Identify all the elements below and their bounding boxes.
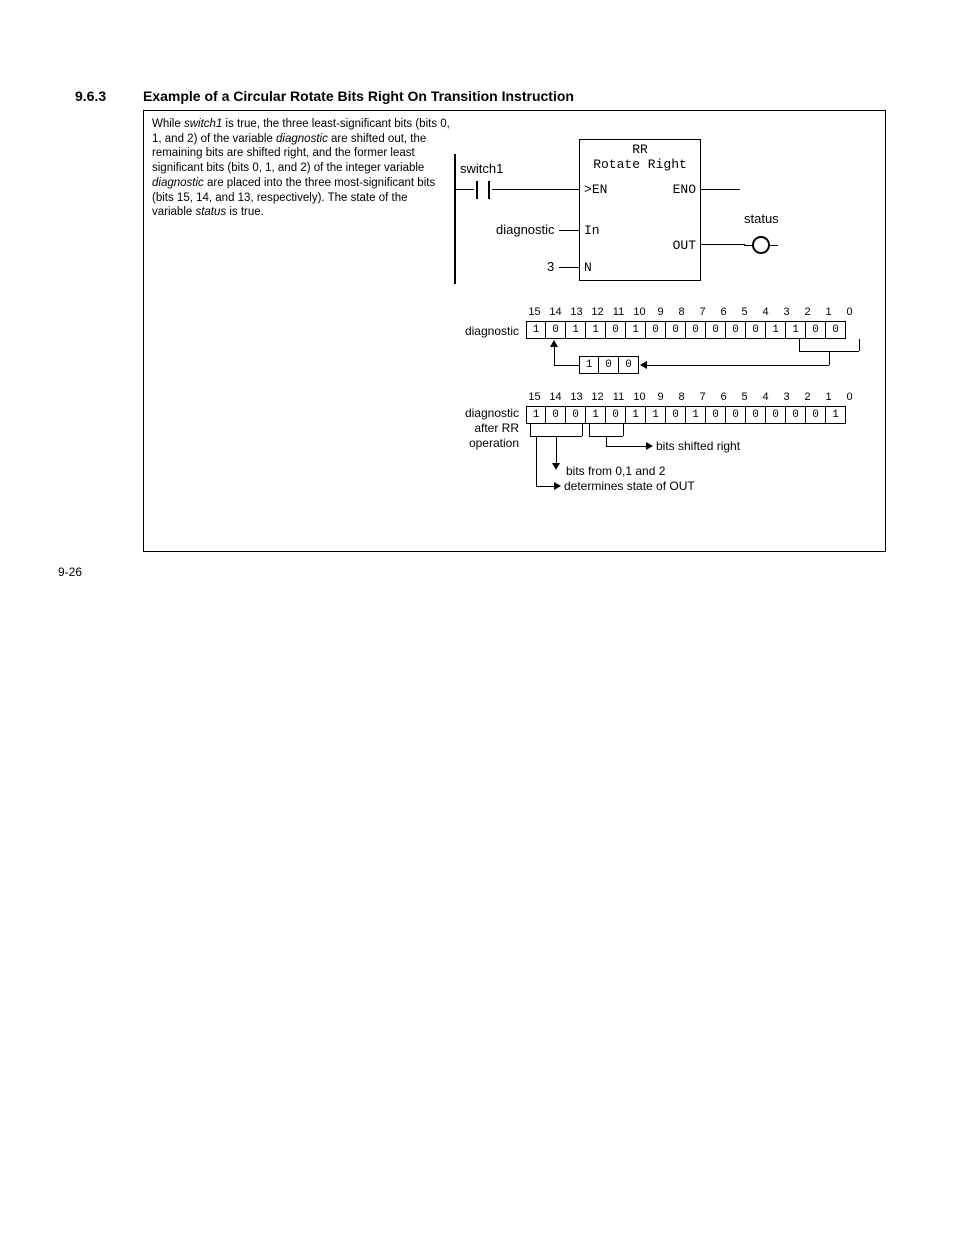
bit-row-before: 1011010000001100: [526, 321, 846, 339]
bit-index-row-1: 1514131211109876543210: [524, 306, 860, 318]
section-number: 9.6.3: [75, 88, 106, 104]
ladder-diagram: switch1 diagnostic 3 RR Rotate Right >EN…: [454, 129, 874, 289]
after-label-2: after RR: [444, 421, 519, 435]
before-label: diagnostic: [444, 324, 519, 338]
fb-code: RR: [632, 142, 648, 157]
function-block: RR Rotate Right >EN In N ENO OUT: [579, 139, 701, 281]
diagnostic-in-label: diagnostic: [496, 222, 555, 237]
fb-name: Rotate Right: [580, 157, 700, 172]
bit-index-row-2: 1514131211109876543210: [524, 391, 860, 403]
bit-diagram: 1514131211109876543210 diagnostic 101101…: [454, 306, 874, 536]
page-number: 9-26: [58, 565, 82, 579]
bit-row-after: 1001011010000001: [526, 406, 846, 424]
section-title: Example of a Circular Rotate Bits Right …: [143, 88, 574, 104]
contact-symbol: [473, 181, 493, 199]
after-label-1: diagnostic: [444, 406, 519, 420]
n-value-label: 3: [547, 259, 554, 274]
description-text: While switch1 is true, the three least-s…: [152, 117, 450, 220]
annot-from: bits from 0,1 and 2: [566, 464, 665, 478]
after-label-3: operation: [444, 436, 519, 450]
carry-bits: 100: [579, 356, 639, 374]
status-label: status: [744, 211, 779, 226]
figure-container: While switch1 is true, the three least-s…: [143, 110, 886, 552]
coil-symbol: [752, 236, 770, 254]
switch1-label: switch1: [460, 161, 503, 176]
annot-shifted: bits shifted right: [656, 439, 740, 453]
annot-out: determines state of OUT: [564, 479, 695, 493]
